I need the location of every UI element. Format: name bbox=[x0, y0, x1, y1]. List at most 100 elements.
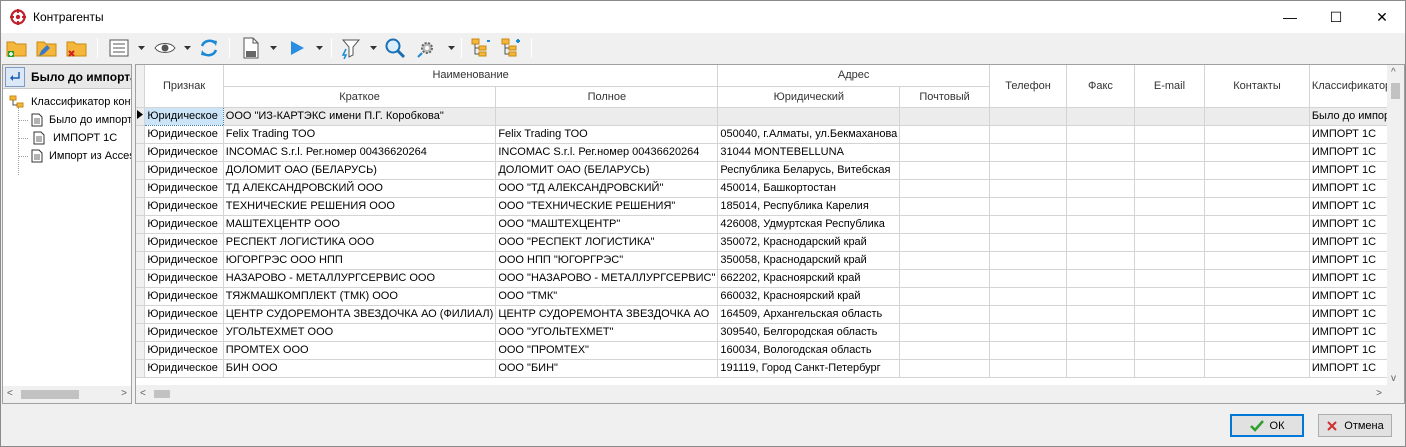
filter-icon[interactable] bbox=[339, 36, 363, 60]
cell-priznak[interactable]: Юридическое bbox=[144, 305, 224, 324]
cell-faks[interactable] bbox=[1066, 215, 1135, 234]
cell-faks[interactable] bbox=[1066, 107, 1135, 126]
cell-polnoe[interactable]: ООО "НАЗАРОВО - МЕТАЛЛУРГСЕРВИС" bbox=[495, 269, 719, 288]
table-row[interactable]: Юридическое БИН ООО ООО "БИН" 191119, Город… bbox=[136, 359, 1404, 378]
cell-kratkoe[interactable]: INCOMAC S.r.l. Рег.номер 00436620264 bbox=[223, 143, 497, 162]
cell-priznak[interactable]: Юридическое bbox=[144, 341, 224, 360]
cancel-button[interactable]: Отмена bbox=[1318, 414, 1392, 437]
cell-yuridicheskiy[interactable]: 160034, Вологодская область bbox=[717, 341, 901, 360]
eye-dropdown[interactable] bbox=[183, 42, 191, 54]
cell-polnoe[interactable]: ООО "ПРОМТЕХ" bbox=[495, 341, 719, 360]
document-dropdown[interactable] bbox=[269, 42, 277, 54]
folder-edit-icon[interactable] bbox=[35, 36, 59, 60]
cell-telefon[interactable] bbox=[989, 341, 1068, 360]
cell-kontakty[interactable] bbox=[1204, 287, 1310, 306]
cell-email[interactable] bbox=[1134, 233, 1206, 252]
cell-telefon[interactable] bbox=[989, 215, 1068, 234]
cell-kratkoe[interactable]: ТЯЖМАШКОМПЛЕКТ (ТМК) ООО bbox=[223, 287, 497, 306]
cell-pochtovyy[interactable] bbox=[899, 197, 990, 216]
tree-item-bylo-do-importa[interactable]: Было до импорта bbox=[31, 111, 131, 129]
column-header-pochtovyy[interactable]: Почтовый bbox=[899, 86, 990, 108]
cell-yuridicheskiy[interactable]: 185014, Республика Карелия bbox=[717, 197, 901, 216]
eye-icon[interactable] bbox=[153, 36, 177, 60]
cell-email[interactable] bbox=[1134, 287, 1206, 306]
cell-kratkoe[interactable]: Felix Trading ТОО bbox=[223, 125, 497, 144]
column-header-yuridicheskiy[interactable]: Юридический bbox=[717, 86, 901, 108]
search-icon[interactable] bbox=[383, 36, 407, 60]
cell-priznak[interactable]: Юридическое bbox=[144, 323, 224, 342]
cell-kratkoe[interactable]: БИН ООО bbox=[223, 359, 497, 378]
table-row[interactable]: Юридическое УГОЛЬТЕХМЕТ ООО ООО "УГОЛЬТЕХМ… bbox=[136, 323, 1404, 342]
cell-kontakty[interactable] bbox=[1204, 269, 1310, 288]
maximize-button[interactable]: ☐ bbox=[1313, 1, 1359, 33]
cell-pochtovyy[interactable] bbox=[899, 233, 990, 252]
cell-pochtovyy[interactable] bbox=[899, 125, 990, 144]
cell-priznak[interactable]: Юридическое bbox=[144, 106, 224, 126]
cell-yuridicheskiy[interactable]: 31044 MONTEBELLUNA bbox=[717, 143, 901, 162]
row-indicator[interactable] bbox=[136, 359, 146, 378]
play-dropdown[interactable] bbox=[315, 42, 323, 54]
column-header-kratkoe[interactable]: Краткое bbox=[223, 86, 497, 108]
column-header-polnoe[interactable]: Полное bbox=[495, 86, 719, 108]
table-row[interactable]: Юридическое НАЗАРОВО - МЕТАЛЛУРГСЕРВИС ОО… bbox=[136, 269, 1404, 288]
ok-button[interactable]: ОК bbox=[1230, 414, 1304, 437]
cell-priznak[interactable]: Юридическое bbox=[144, 251, 224, 270]
scroll-right-icon[interactable]: > bbox=[1376, 388, 1382, 399]
row-indicator[interactable] bbox=[136, 269, 146, 288]
cell-yuridicheskiy[interactable]: 350072, Краснодарский край bbox=[717, 233, 901, 252]
cell-pochtovyy[interactable] bbox=[899, 341, 990, 360]
cell-priznak[interactable]: Юридическое bbox=[144, 161, 224, 180]
cell-kontakty[interactable] bbox=[1204, 125, 1310, 144]
cell-email[interactable] bbox=[1134, 323, 1206, 342]
cell-faks[interactable] bbox=[1066, 305, 1135, 324]
table-row[interactable]: Юридическое ПРОМТЕХ ООО ООО "ПРОМТЕХ" 16003… bbox=[136, 341, 1404, 360]
table-row[interactable]: Юридическое ДОЛОМИТ ОАО (БЕЛАРУСЬ) ДОЛОМИТ… bbox=[136, 161, 1404, 180]
cell-yuridicheskiy[interactable]: 050040, г.Алматы, ул.Бекмаханова bbox=[717, 125, 901, 144]
scroll-left-icon[interactable]: < bbox=[140, 388, 146, 399]
cell-kratkoe[interactable]: РЕСПЕКТ ЛОГИСТИКА ООО bbox=[223, 233, 497, 252]
cell-pochtovyy[interactable] bbox=[899, 305, 990, 324]
scroll-thumb[interactable] bbox=[154, 390, 170, 398]
cell-yuridicheskiy[interactable]: 662202, Красноярский край bbox=[717, 269, 901, 288]
cell-kratkoe[interactable]: ТЕХНИЧЕСКИЕ РЕШЕНИЯ ООО bbox=[223, 197, 497, 216]
cell-polnoe[interactable] bbox=[495, 107, 719, 126]
column-header-naimenovanie[interactable]: Наименование bbox=[223, 65, 719, 87]
cell-telefon[interactable] bbox=[989, 359, 1068, 378]
cell-telefon[interactable] bbox=[989, 143, 1068, 162]
cell-kontakty[interactable] bbox=[1204, 323, 1310, 342]
cell-kontakty[interactable] bbox=[1204, 341, 1310, 360]
scroll-thumb[interactable] bbox=[21, 390, 79, 399]
cell-email[interactable] bbox=[1134, 161, 1206, 180]
cell-faks[interactable] bbox=[1066, 143, 1135, 162]
scroll-thumb[interactable] bbox=[1391, 83, 1400, 99]
cell-priznak[interactable]: Юридическое bbox=[144, 359, 224, 378]
cell-pochtovyy[interactable] bbox=[899, 107, 990, 126]
cell-pochtovyy[interactable] bbox=[899, 143, 990, 162]
list-view-icon[interactable] bbox=[107, 36, 131, 60]
cell-kontakty[interactable] bbox=[1204, 251, 1310, 270]
row-indicator[interactable] bbox=[136, 161, 146, 180]
cell-yuridicheskiy[interactable]: Республика Беларусь, Витебская bbox=[717, 161, 901, 180]
cell-polnoe[interactable]: ООО "МАШТЕХЦЕНТР" bbox=[495, 215, 719, 234]
table-row[interactable]: Юридическое ТД АЛЕКСАНДРОВСКИЙ ООО ООО "ТД… bbox=[136, 179, 1404, 198]
cell-faks[interactable] bbox=[1066, 233, 1135, 252]
cell-telefon[interactable] bbox=[989, 287, 1068, 306]
cell-email[interactable] bbox=[1134, 269, 1206, 288]
cell-kratkoe[interactable]: ЮГОРГРЭС ООО НПП bbox=[223, 251, 497, 270]
cell-yuridicheskiy[interactable] bbox=[717, 107, 901, 126]
row-indicator[interactable] bbox=[136, 197, 146, 216]
cell-priznak[interactable]: Юридическое bbox=[144, 287, 224, 306]
cell-polnoe[interactable]: Felix Trading ТОО bbox=[495, 125, 719, 144]
row-indicator[interactable] bbox=[136, 341, 146, 360]
cell-yuridicheskiy[interactable]: 350058, Краснодарский край bbox=[717, 251, 901, 270]
cell-yuridicheskiy[interactable]: 450014, Башкортостан bbox=[717, 179, 901, 198]
back-arrow-icon[interactable] bbox=[5, 67, 25, 87]
cell-telefon[interactable] bbox=[989, 197, 1068, 216]
cell-faks[interactable] bbox=[1066, 161, 1135, 180]
column-header-faks[interactable]: Факс bbox=[1066, 65, 1135, 108]
cell-faks[interactable] bbox=[1066, 251, 1135, 270]
row-indicator[interactable] bbox=[136, 143, 146, 162]
cell-kratkoe[interactable]: НАЗАРОВО - МЕТАЛЛУРГСЕРВИС ООО bbox=[223, 269, 497, 288]
folder-add-icon[interactable] bbox=[5, 36, 29, 60]
cell-yuridicheskiy[interactable]: 191119, Город Санкт-Петербург bbox=[717, 359, 901, 378]
